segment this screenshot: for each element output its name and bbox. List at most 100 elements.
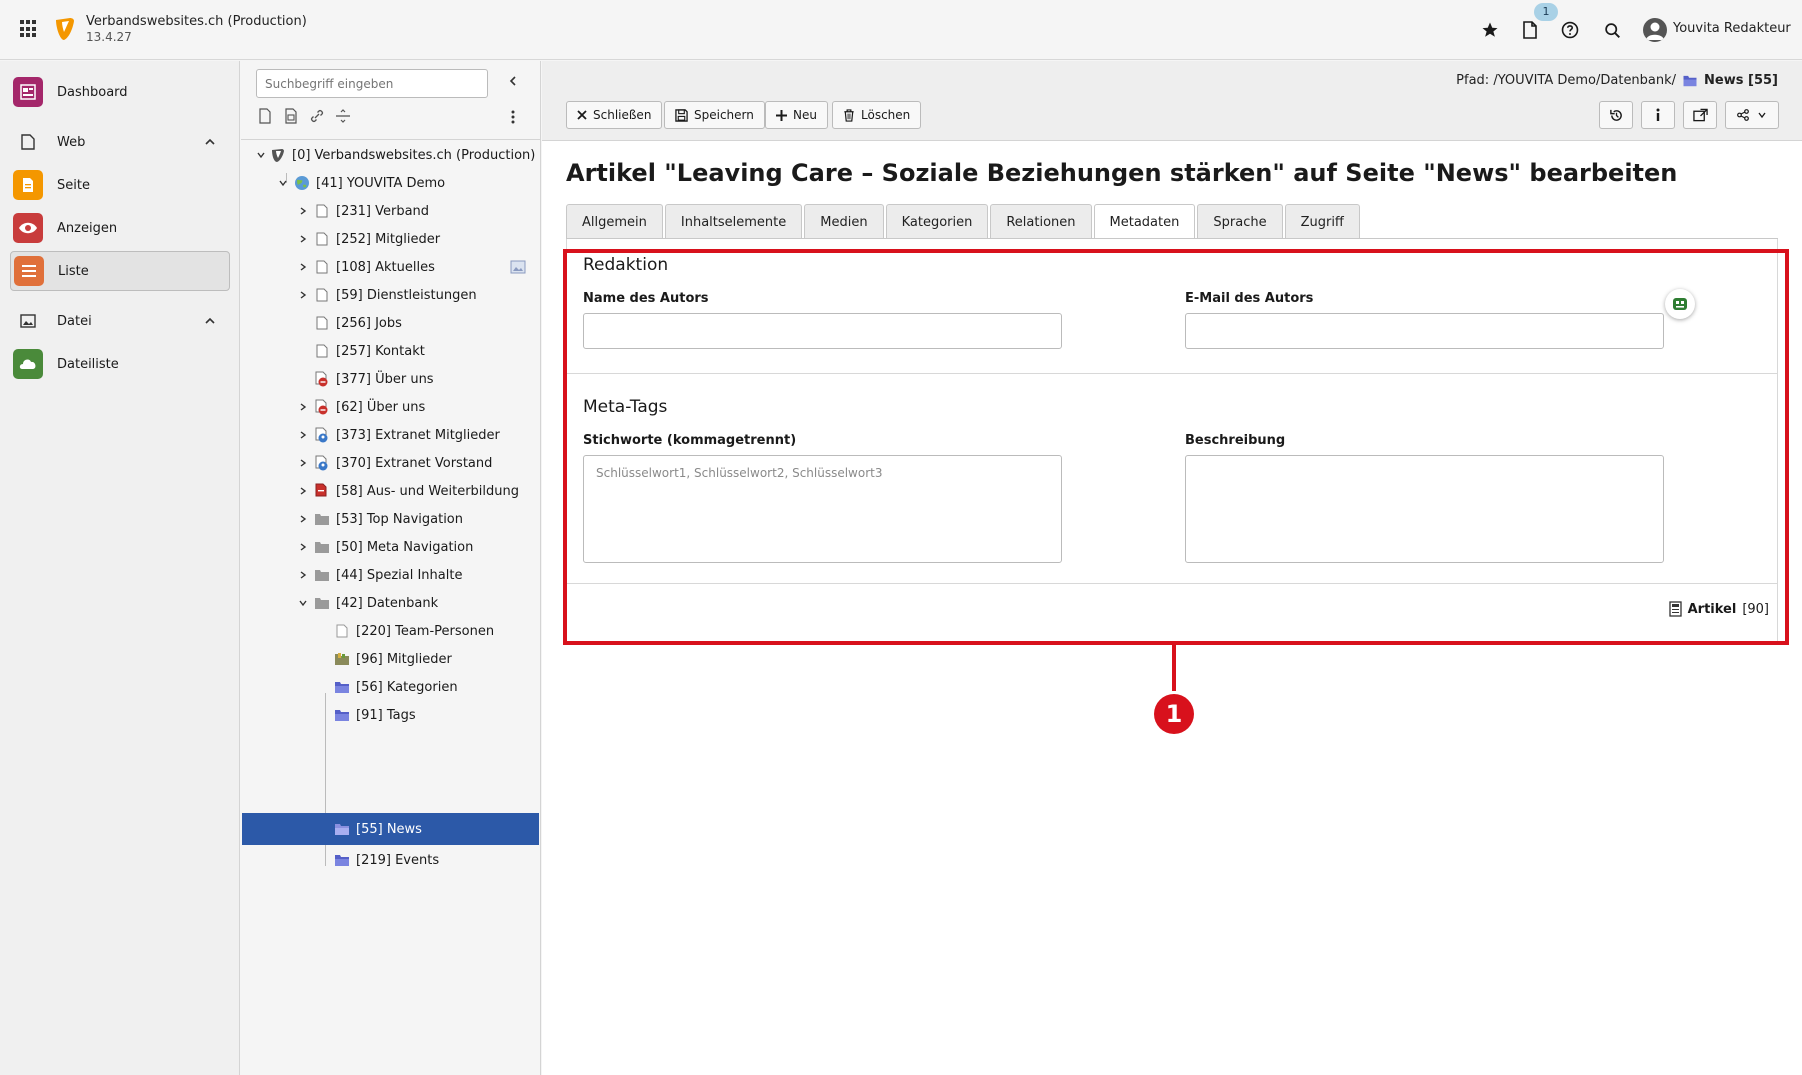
typo3-logo-icon[interactable] xyxy=(54,16,76,42)
module-liste[interactable]: Liste xyxy=(10,251,230,291)
open-new-window-button[interactable] xyxy=(1683,101,1717,129)
tree-node-spezial-inhalte[interactable]: [44] Spezial Inhalte xyxy=(296,560,462,590)
tree-node-label: [370] Extranet Vorstand xyxy=(336,455,493,471)
external-link-icon xyxy=(1692,108,1708,122)
more-options-icon[interactable] xyxy=(511,109,515,125)
tree-node-verband[interactable]: [231] Verband xyxy=(296,196,429,226)
tree-node-ueber-uns-377[interactable]: [377] Über uns xyxy=(314,364,434,394)
module-group-datei[interactable]: Datei xyxy=(10,305,230,337)
module-seite[interactable]: Seite xyxy=(10,165,230,205)
sysfolder-icon xyxy=(334,821,350,837)
tab-allgemein[interactable]: Allgemein xyxy=(566,204,663,239)
new-page-from-template-icon[interactable] xyxy=(283,108,299,124)
tree-node-aus-weiterbildung[interactable]: [58] Aus- und Weiterbildung xyxy=(296,476,519,506)
open-documents-icon[interactable] xyxy=(1518,18,1542,42)
chevron-down-icon[interactable] xyxy=(296,598,310,608)
tab-zugriff[interactable]: Zugriff xyxy=(1284,204,1360,239)
tree-node-events[interactable]: [219] Events xyxy=(334,845,439,875)
sysfolder-icon xyxy=(334,679,350,695)
close-button[interactable]: Schließen xyxy=(566,101,663,129)
collapse-tree-icon[interactable] xyxy=(507,75,519,87)
app-launcher-icon[interactable] xyxy=(20,20,38,38)
tab-inhaltselemente[interactable]: Inhaltselemente xyxy=(664,204,803,239)
history-icon xyxy=(1609,109,1622,121)
tree-node-dienstleistungen[interactable]: [59] Dienstleistungen xyxy=(296,280,477,310)
site-title[interactable]: Verbandswebsites.ch (Production) xyxy=(86,14,307,29)
page-image-icon[interactable] xyxy=(510,259,526,275)
page-restricted-icon xyxy=(314,427,330,443)
tree-node-news[interactable]: [55] News xyxy=(242,813,539,845)
chevron-right-icon[interactable] xyxy=(296,458,310,468)
tree-node-label: [0] Verbandswebsites.ch (Production) xyxy=(292,147,536,163)
folder-icon xyxy=(314,539,330,555)
module-dashboard[interactable]: Dashboard xyxy=(10,72,230,112)
chevron-right-icon[interactable] xyxy=(296,234,310,244)
tree-node-kategorien[interactable]: [56] Kategorien xyxy=(334,672,458,702)
page-hidden-icon xyxy=(314,483,330,499)
share-dropdown-button[interactable] xyxy=(1725,101,1779,129)
chevron-right-icon[interactable] xyxy=(296,402,310,412)
new-page-icon[interactable] xyxy=(257,108,273,124)
tree-node-top-navigation[interactable]: [53] Top Navigation xyxy=(296,504,463,534)
module-label: Seite xyxy=(57,177,90,193)
chevron-right-icon[interactable] xyxy=(296,486,310,496)
chevron-up-icon[interactable] xyxy=(204,136,216,148)
tree-node-label: [56] Kategorien xyxy=(356,679,458,695)
chevron-right-icon[interactable] xyxy=(296,206,310,216)
tab-medien[interactable]: Medien xyxy=(804,204,884,239)
new-button[interactable]: Neu xyxy=(765,101,828,129)
help-icon[interactable] xyxy=(1558,18,1582,42)
page-icon xyxy=(314,231,330,247)
chevron-down-icon[interactable] xyxy=(256,150,266,160)
module-group-web[interactable]: Web xyxy=(10,126,230,158)
delete-button[interactable]: Löschen xyxy=(832,101,922,129)
tree-node-extranet-mitglieder[interactable]: [373] Extranet Mitglieder xyxy=(296,420,500,450)
tree-node-tags[interactable]: [91] Tags xyxy=(334,700,416,730)
info-button[interactable] xyxy=(1641,101,1675,129)
tree-search-input[interactable] xyxy=(256,69,488,98)
chevron-right-icon[interactable] xyxy=(296,262,310,272)
path-current[interactable]: News [55] xyxy=(1704,73,1778,88)
tree-node-datenbank[interactable]: [42] Datenbank xyxy=(296,588,438,618)
record-tabs: Allgemein Inhaltselemente Medien Kategor… xyxy=(566,204,1360,239)
module-label: Anzeigen xyxy=(57,220,118,236)
tree-node-mitglieder-96[interactable]: [96] Mitglieder xyxy=(334,644,452,674)
user-avatar-icon[interactable] xyxy=(1643,18,1667,42)
chevron-right-icon[interactable] xyxy=(296,542,310,552)
chevron-right-icon[interactable] xyxy=(296,570,310,580)
history-button[interactable] xyxy=(1599,101,1633,129)
search-icon[interactable] xyxy=(1600,18,1624,42)
save-button[interactable]: Speichern xyxy=(664,101,765,129)
tree-node-aktuelles[interactable]: [108] Aktuelles xyxy=(296,252,526,282)
page-icon xyxy=(314,259,330,275)
divider-icon[interactable] xyxy=(335,108,351,124)
tree-node-kontakt[interactable]: [257] Kontakt xyxy=(314,336,425,366)
tree-node-ueber-uns-62[interactable]: [62] Über uns xyxy=(296,392,425,422)
tree-node-youvita-demo[interactable]: [41] YOUVITA Demo xyxy=(276,168,445,198)
chevron-right-icon[interactable] xyxy=(296,290,310,300)
tree-node-jobs[interactable]: [256] Jobs xyxy=(314,308,402,338)
module-dateiliste[interactable]: Dateiliste xyxy=(10,344,230,384)
chevron-down-icon[interactable] xyxy=(276,178,290,188)
bookmarks-star-icon[interactable] xyxy=(1478,18,1502,42)
chevron-right-icon[interactable] xyxy=(296,514,310,524)
user-name[interactable]: Youvita Redakteur xyxy=(1673,21,1791,36)
tree-node-extranet-vorstand[interactable]: [370] Extranet Vorstand xyxy=(296,448,492,478)
tree-node-team-personen[interactable]: [220] Team-Personen xyxy=(334,616,494,646)
plus-icon xyxy=(776,109,787,121)
chevron-right-icon[interactable] xyxy=(296,430,310,440)
tab-relationen[interactable]: Relationen xyxy=(990,204,1092,239)
link-page-icon[interactable] xyxy=(309,108,325,124)
tree-node-mitglieder[interactable]: [252] Mitglieder xyxy=(296,224,440,254)
tree-node-label: [257] Kontakt xyxy=(336,343,425,359)
chevron-up-icon[interactable] xyxy=(204,315,216,327)
tree-node-root[interactable]: [0] Verbandswebsites.ch (Production) xyxy=(256,140,535,170)
module-anzeigen[interactable]: Anzeigen xyxy=(10,208,230,248)
site-version: 13.4.27 xyxy=(86,30,132,44)
tab-kategorien[interactable]: Kategorien xyxy=(885,204,989,239)
tab-sprache[interactable]: Sprache xyxy=(1197,204,1283,239)
tree-node-label: [96] Mitglieder xyxy=(356,651,452,667)
tree-node-meta-navigation[interactable]: [50] Meta Navigation xyxy=(296,532,473,562)
tab-metadaten[interactable]: Metadaten xyxy=(1093,204,1196,239)
close-icon xyxy=(577,110,587,120)
